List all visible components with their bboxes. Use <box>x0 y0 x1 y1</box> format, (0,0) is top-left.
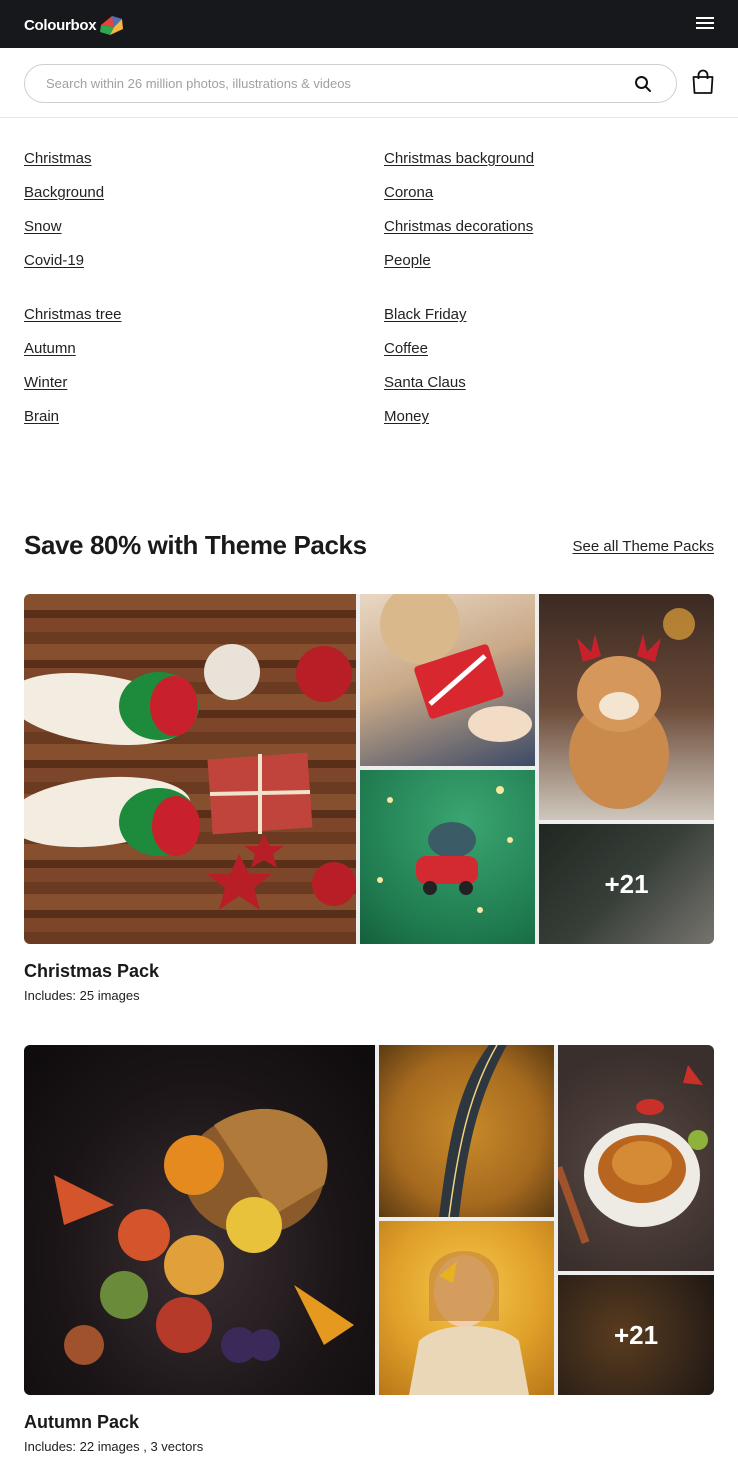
link-winter[interactable]: Winter <box>24 374 67 391</box>
autumn-cornucopia-image <box>24 1045 375 1395</box>
christmas-more-count: +21 <box>539 824 714 944</box>
link-christmas-background[interactable]: Christmas background <box>384 150 534 167</box>
link-black-friday[interactable]: Black Friday <box>384 306 467 323</box>
search-input[interactable] <box>46 65 616 102</box>
shopping-bag-icon[interactable] <box>691 69 715 95</box>
link-christmas[interactable]: Christmas <box>24 150 92 167</box>
christmas-dog-image <box>539 594 714 820</box>
link-money[interactable]: Money <box>384 408 429 425</box>
link-people[interactable]: People <box>384 252 431 269</box>
christmas-car-image <box>360 770 535 944</box>
autumn-woman-image <box>379 1221 554 1395</box>
christmas-more-tile[interactable]: +21 <box>539 824 714 944</box>
autumn-turkey-image <box>558 1045 714 1271</box>
christmas-gift-image <box>360 594 535 766</box>
link-santa-claus[interactable]: Santa Claus <box>384 374 466 391</box>
link-covid-19[interactable]: Covid-19 <box>24 252 84 269</box>
autumn-pack-collage[interactable]: +21 <box>24 1045 714 1395</box>
link-coffee[interactable]: Coffee <box>384 340 428 357</box>
christmas-pack-includes: Includes: 25 images <box>24 988 140 1003</box>
autumn-more-count: +21 <box>558 1275 714 1395</box>
christmas-pack-title[interactable]: Christmas Pack <box>24 961 159 982</box>
link-corona[interactable]: Corona <box>384 184 433 201</box>
christmas-main-image <box>24 594 356 944</box>
link-christmas-decorations[interactable]: Christmas decorations <box>384 218 533 235</box>
theme-packs-title: Save 80% with Theme Packs <box>24 530 367 560</box>
hamburger-menu-icon[interactable] <box>694 14 716 34</box>
top-bar: Colourbox <box>0 0 738 48</box>
link-christmas-tree[interactable]: Christmas tree <box>24 306 122 323</box>
see-all-theme-packs-link[interactable]: See all Theme Packs <box>573 538 714 555</box>
link-brain[interactable]: Brain <box>24 408 59 425</box>
logo[interactable]: Colourbox <box>24 12 124 38</box>
autumn-pack-title[interactable]: Autumn Pack <box>24 1412 139 1433</box>
search-box <box>24 64 677 103</box>
autumn-road-image <box>379 1045 554 1217</box>
link-background[interactable]: Background <box>24 184 104 201</box>
autumn-pack-includes: Includes: 22 images , 3 vectors <box>24 1439 204 1454</box>
autumn-more-tile[interactable]: +21 <box>558 1275 714 1395</box>
logo-mark-icon <box>100 16 124 35</box>
christmas-pack-collage[interactable]: +21 <box>24 594 714 944</box>
link-autumn[interactable]: Autumn <box>24 340 76 357</box>
logo-text: Colourbox <box>24 16 97 34</box>
link-snow[interactable]: Snow <box>24 218 62 235</box>
search-bar-row <box>0 48 738 118</box>
search-icon[interactable] <box>634 75 652 93</box>
